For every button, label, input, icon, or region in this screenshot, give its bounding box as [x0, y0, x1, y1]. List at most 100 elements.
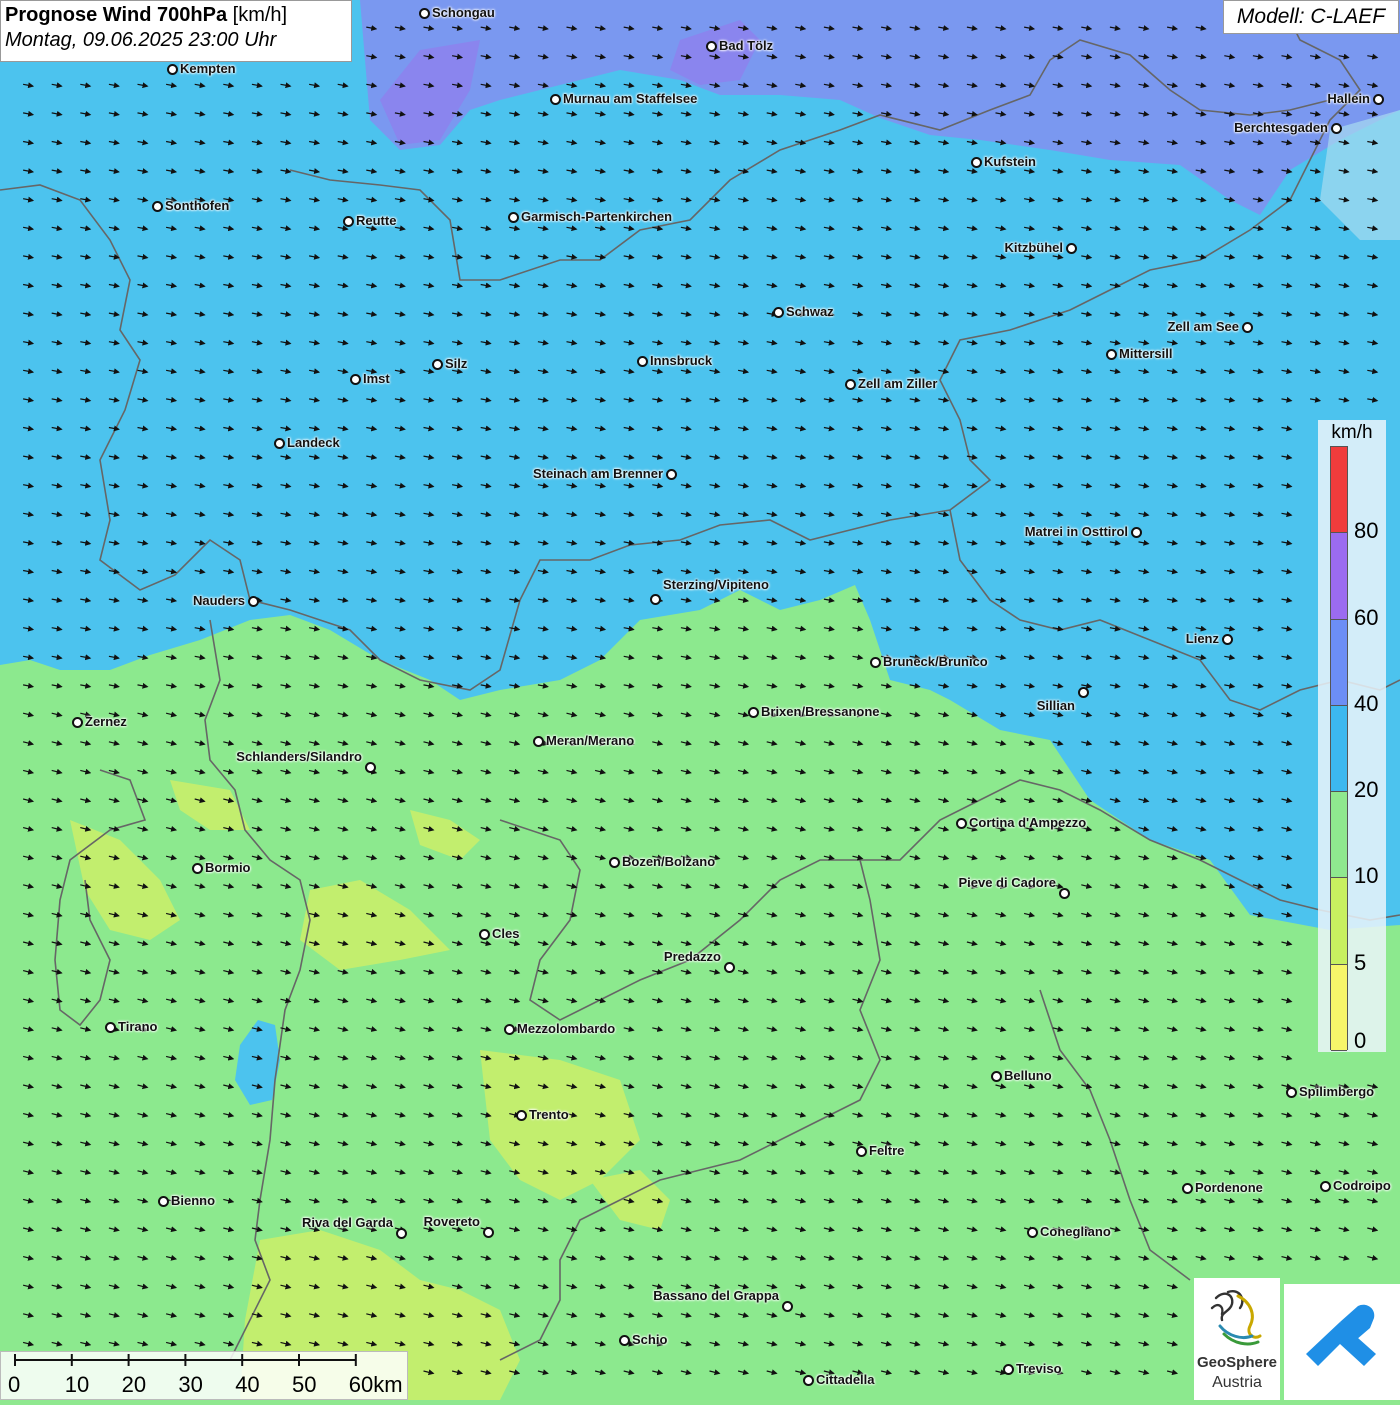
city-label: Mittersill — [1119, 346, 1173, 361]
city-marker — [1222, 634, 1233, 645]
city-marker — [343, 216, 354, 227]
city-label: Kitzbühel — [1004, 240, 1064, 255]
city-marker — [483, 1227, 494, 1238]
legend-color-segment — [1331, 964, 1347, 1051]
city-marker — [504, 1024, 515, 1035]
city-label: Zell am See — [1167, 319, 1239, 334]
legend-tick-label: 5 — [1354, 949, 1367, 975]
city-label: Cortina d'Ampezzo — [969, 815, 1087, 830]
city-marker — [550, 94, 561, 105]
city-label: Bienno — [171, 1193, 216, 1208]
city-label: Hallein — [1327, 91, 1370, 106]
city-marker — [248, 596, 259, 607]
app-logo — [1284, 1284, 1400, 1400]
city-label: Reutte — [356, 213, 397, 228]
city-marker — [971, 157, 982, 168]
city-marker — [516, 1110, 527, 1121]
title-box: Prognose Wind 700hPa [km/h] Montag, 09.0… — [0, 0, 352, 62]
city-marker — [782, 1301, 793, 1312]
city-marker — [158, 1196, 169, 1207]
city-marker — [1027, 1227, 1038, 1238]
city-label: Feltre — [869, 1143, 905, 1158]
scale-label: 0 — [8, 1372, 21, 1397]
legend-tick-label: 10 — [1354, 863, 1379, 889]
city-marker — [192, 863, 203, 874]
city-marker — [870, 657, 881, 668]
scale-label: 40 — [235, 1372, 260, 1397]
scale-label: 20 — [121, 1372, 147, 1397]
city-marker — [365, 762, 376, 773]
legend-color-segment — [1331, 705, 1347, 793]
city-label: Pieve di Cadore — [958, 875, 1056, 890]
city-marker — [748, 707, 759, 718]
city-marker — [1373, 94, 1384, 105]
legend-color-segment — [1331, 533, 1347, 620]
city-label: Innsbruck — [650, 353, 713, 368]
city-label: Belluno — [1004, 1068, 1052, 1083]
city-label: Treviso — [1016, 1361, 1062, 1376]
city-label: Murnau am Staffelsee — [563, 91, 698, 106]
city-label: Bozen/Bolzano — [622, 854, 716, 869]
legend-tick-label: 80 — [1354, 518, 1379, 544]
forecast-datetime: Montag, 09.06.2025 23:00 Uhr — [5, 29, 277, 51]
city-label: Meran/Merano — [546, 733, 635, 748]
city-label: Berchtesgaden — [1234, 120, 1328, 135]
city-label: Schwaz — [786, 304, 834, 319]
legend-unit: km/h — [1331, 422, 1373, 443]
scale-label: 60km — [348, 1372, 403, 1397]
city-label: Matrei in Osttirol — [1024, 524, 1128, 539]
city-label: Silz — [445, 356, 468, 371]
city-marker — [856, 1146, 867, 1157]
city-label: Bassano del Grappa — [653, 1288, 779, 1303]
city-marker — [1106, 349, 1117, 360]
city-label: Predazzo — [663, 949, 721, 964]
city-marker — [152, 201, 163, 212]
city-label: Codroipo — [1333, 1178, 1391, 1193]
city-label: Cittadella — [816, 1372, 875, 1387]
legend-tick-label: 0 — [1354, 1028, 1367, 1053]
city-marker — [1320, 1181, 1331, 1192]
legend-color-segment — [1331, 619, 1347, 706]
city-label: Landeck — [287, 435, 340, 450]
logo-name: GeoSphere — [1196, 1354, 1278, 1371]
city-label: Kufstein — [984, 154, 1036, 169]
geosphere-logo: GeoSphere Austria — [1194, 1278, 1280, 1400]
city-marker — [508, 212, 519, 223]
city-marker — [1059, 888, 1070, 899]
city-label: Trento — [529, 1107, 569, 1122]
city-label: Nauders — [192, 593, 245, 608]
city-marker — [432, 359, 443, 370]
city-marker — [274, 438, 285, 449]
city-marker — [706, 41, 717, 52]
city-label: Steinach am Brenner — [532, 466, 663, 481]
city-marker — [845, 379, 856, 390]
city-label: Lienz — [1185, 631, 1219, 646]
city-label: Imst — [363, 371, 390, 386]
city-label: Mezzolombardo — [517, 1021, 616, 1036]
city-label: Bruneck/Brunico — [883, 654, 988, 669]
city-label: Schlanders/Silandro — [236, 749, 362, 764]
city-marker — [1078, 687, 1089, 698]
city-marker — [803, 1375, 814, 1386]
legend-tick-label: 60 — [1354, 604, 1379, 630]
city-label: Sillian — [1036, 698, 1075, 713]
city-label: Sterzing/Vipiteno — [663, 577, 769, 592]
city-label: Schongau — [432, 5, 495, 20]
city-marker — [479, 929, 490, 940]
city-marker — [533, 736, 544, 747]
scale-label: 10 — [64, 1372, 90, 1397]
city-label: Sonthofen — [165, 198, 230, 213]
city-marker — [105, 1022, 116, 1033]
scale-label: 30 — [178, 1372, 203, 1397]
city-marker — [419, 8, 430, 19]
city-marker — [1286, 1087, 1297, 1098]
city-label: Zell am Ziller — [858, 376, 938, 391]
city-marker — [609, 857, 620, 868]
legend-tick-label: 20 — [1354, 777, 1379, 803]
scale-bar: 0 10 20 30 40 50 60km — [0, 1351, 408, 1400]
model-label: Modell: C-LAEF — [1223, 0, 1399, 34]
legend-tick-label: 40 — [1354, 690, 1379, 716]
city-marker — [666, 469, 677, 480]
city-marker — [773, 307, 784, 318]
city-marker — [1066, 243, 1077, 254]
